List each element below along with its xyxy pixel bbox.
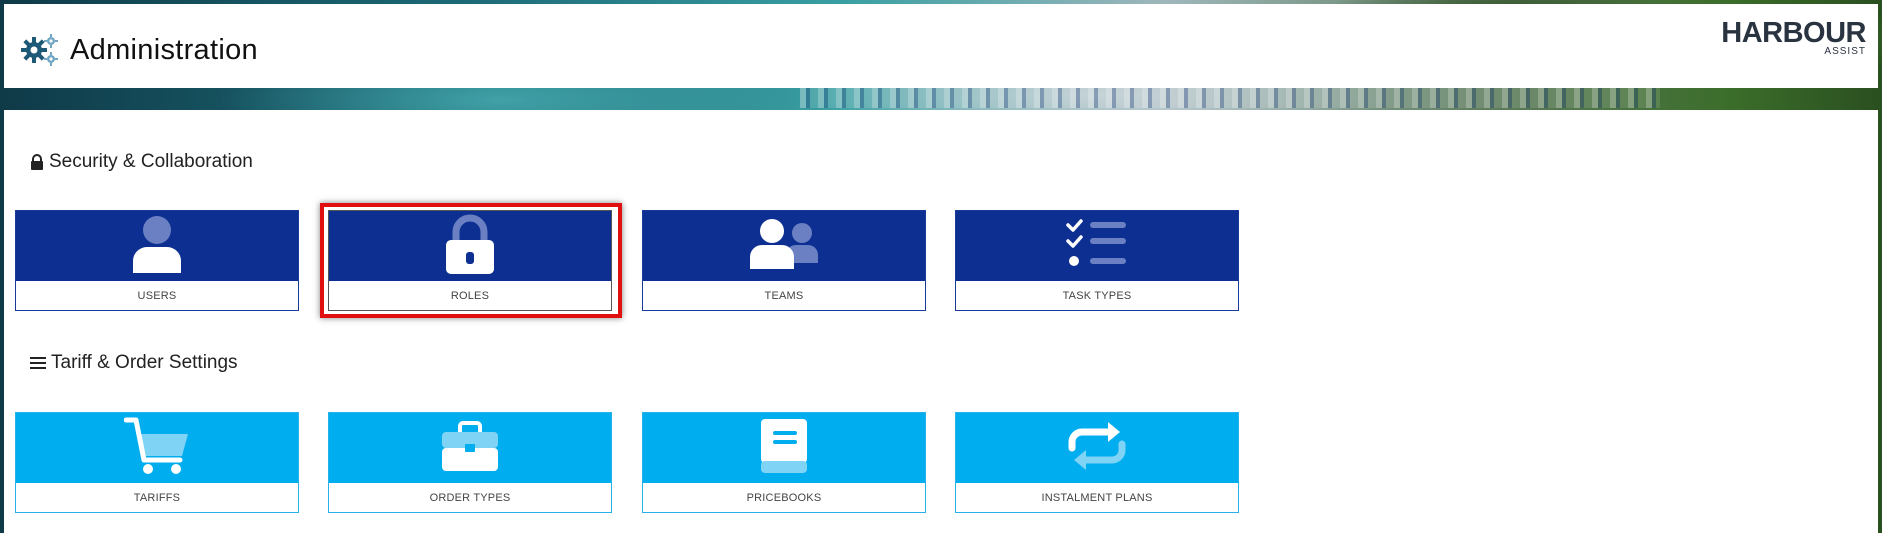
background-detail bbox=[800, 86, 1660, 108]
section-title-tariff-label: Tariff & Order Settings bbox=[51, 352, 238, 373]
section-title-security: Security & Collaboration bbox=[30, 151, 253, 173]
tile-teams-banner bbox=[643, 211, 925, 281]
tile-instalment-plans[interactable]: INSTALMENT PLANS bbox=[955, 412, 1239, 513]
tile-teams[interactable]: TEAMS bbox=[642, 210, 926, 311]
page-title: Administration bbox=[70, 33, 258, 66]
lock-icon bbox=[444, 214, 496, 279]
repeat-icon bbox=[1066, 420, 1128, 477]
tile-roles-label: ROLES bbox=[450, 289, 490, 302]
cart-icon bbox=[123, 416, 190, 481]
tile-pricebooks-banner bbox=[643, 413, 925, 483]
book-icon bbox=[759, 417, 809, 480]
tile-task-types-label: TASK TYPES bbox=[1062, 289, 1132, 302]
user-icon bbox=[131, 215, 183, 278]
gears-icon bbox=[20, 32, 60, 68]
section-title-security-label: Security & Collaboration bbox=[49, 151, 253, 172]
list-icon bbox=[30, 356, 46, 370]
tile-instalment-plans-banner bbox=[956, 413, 1238, 483]
checklist-icon bbox=[1066, 218, 1128, 274]
tile-users-banner bbox=[16, 211, 298, 281]
harbour-assist-logo: HARBOUR ASSIST bbox=[1721, 18, 1866, 57]
tile-order-types[interactable]: ORDER TYPES bbox=[328, 412, 612, 513]
tile-roles-banner bbox=[329, 211, 611, 281]
tile-tariffs[interactable]: TARIFFS bbox=[15, 412, 299, 513]
logo-main-text: HARBOUR bbox=[1721, 17, 1866, 49]
tile-pricebooks-label: PRICEBOOKS bbox=[746, 491, 822, 504]
admin-content: Security & Collaboration USERS ROLES TEA… bbox=[4, 110, 1878, 533]
header-title-group: Administration bbox=[20, 32, 258, 68]
tile-tariffs-banner bbox=[16, 413, 298, 483]
tile-order-types-label: ORDER TYPES bbox=[429, 491, 511, 504]
lock-icon bbox=[30, 154, 44, 170]
users-icon bbox=[748, 218, 820, 274]
tile-order-types-banner bbox=[329, 413, 611, 483]
tile-teams-label: TEAMS bbox=[764, 289, 804, 302]
tile-task-types[interactable]: TASK TYPES bbox=[955, 210, 1239, 311]
tile-pricebooks[interactable]: PRICEBOOKS bbox=[642, 412, 926, 513]
tile-users[interactable]: USERS bbox=[15, 210, 299, 311]
tile-instalment-plans-label: INSTALMENT PLANS bbox=[1041, 491, 1153, 504]
tile-users-label: USERS bbox=[137, 289, 177, 302]
section-title-tariff: Tariff & Order Settings bbox=[30, 352, 238, 374]
tile-task-types-banner bbox=[956, 211, 1238, 281]
page-header: Administration HARBOUR ASSIST bbox=[4, 4, 1878, 88]
tile-tariffs-label: TARIFFS bbox=[133, 491, 181, 504]
tile-roles[interactable]: ROLES bbox=[328, 210, 612, 311]
briefcase-icon bbox=[441, 420, 499, 477]
